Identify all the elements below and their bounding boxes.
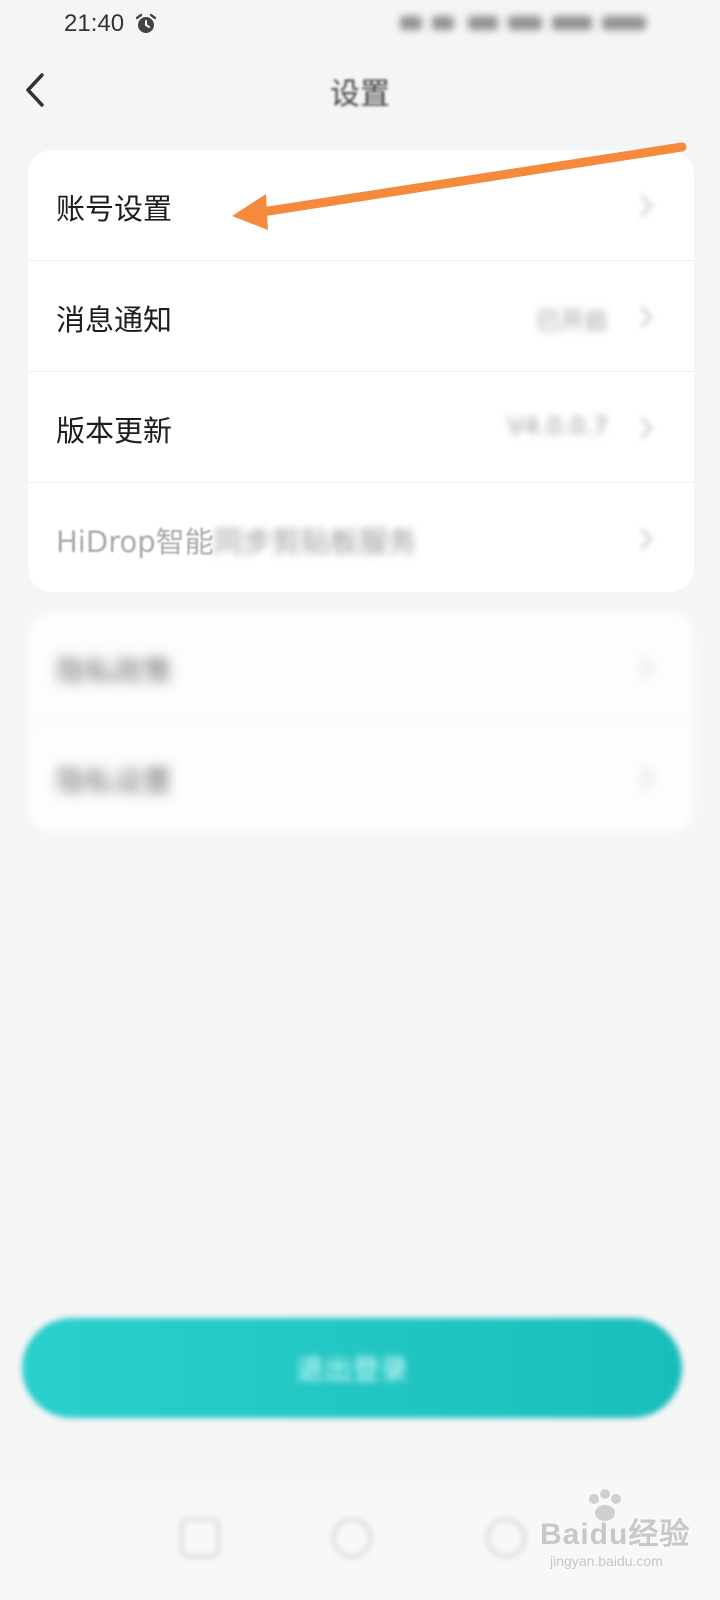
page-title: 设置 bbox=[330, 77, 390, 112]
settings-group-privacy: 隐私政策 隐私设置 bbox=[28, 612, 694, 832]
status-icons bbox=[400, 10, 650, 38]
chevron-right-icon bbox=[639, 766, 654, 790]
settings-item-privacy-settings[interactable]: 隐私设置 bbox=[28, 722, 694, 833]
settings-item-label: 版本更新 bbox=[56, 414, 173, 448]
settings-item-label: 消息通知 bbox=[56, 303, 173, 337]
settings-item-account[interactable]: 账号设置 bbox=[28, 150, 694, 261]
nav-home-icon[interactable] bbox=[332, 1518, 372, 1558]
settings-item-value: 已开启 bbox=[536, 307, 608, 335]
chevron-right-icon bbox=[639, 194, 654, 218]
alarm-clock-icon bbox=[135, 13, 157, 33]
settings-item-label: HiDrop智能同步剪贴板服务 bbox=[56, 519, 417, 561]
logout-label: 退出登录 bbox=[295, 1353, 408, 1386]
settings-item-privacy-policy[interactable]: 隐私政策 bbox=[28, 612, 694, 723]
settings-item-label: 隐私设置 bbox=[56, 764, 173, 798]
baidu-watermark: Baidu经验 jingyan.baidu.com bbox=[540, 1489, 710, 1585]
settings-item-label: 账号设置 bbox=[56, 192, 173, 226]
nav-bar: 设置 bbox=[0, 55, 720, 125]
status-bar: 21:40 bbox=[0, 0, 720, 50]
settings-item-version-update[interactable]: 版本更新 V4.0.0.7 bbox=[28, 372, 694, 483]
settings-item-label: 隐私政策 bbox=[56, 654, 173, 688]
chevron-right-icon bbox=[639, 416, 654, 440]
hidrop-label-tail: 同步剪贴板服务 bbox=[213, 525, 417, 559]
logout-button[interactable]: 退出登录 bbox=[22, 1318, 682, 1418]
nav-back-icon[interactable] bbox=[180, 1518, 220, 1558]
nav-recent-icon[interactable] bbox=[486, 1518, 526, 1558]
watermark-url: jingyan.baidu.com bbox=[550, 1553, 663, 1569]
hidrop-label-head: HiDrop智能 bbox=[56, 525, 214, 559]
settings-item-value: V4.0.0.7 bbox=[507, 412, 608, 440]
watermark-brand: Baidu经验 bbox=[540, 1518, 691, 1551]
settings-item-hidrop[interactable]: HiDrop智能同步剪贴板服务 bbox=[28, 483, 694, 594]
settings-item-notifications[interactable]: 消息通知 已开启 bbox=[28, 261, 694, 372]
chevron-right-icon bbox=[639, 305, 654, 329]
settings-group-main: 账号设置 消息通知 已开启 版本更新 V4.0.0.7 HiDrop智能同步剪贴… bbox=[28, 150, 694, 592]
status-time: 21:40 bbox=[64, 10, 125, 37]
chevron-right-icon bbox=[639, 656, 654, 680]
chevron-right-icon bbox=[639, 527, 654, 551]
